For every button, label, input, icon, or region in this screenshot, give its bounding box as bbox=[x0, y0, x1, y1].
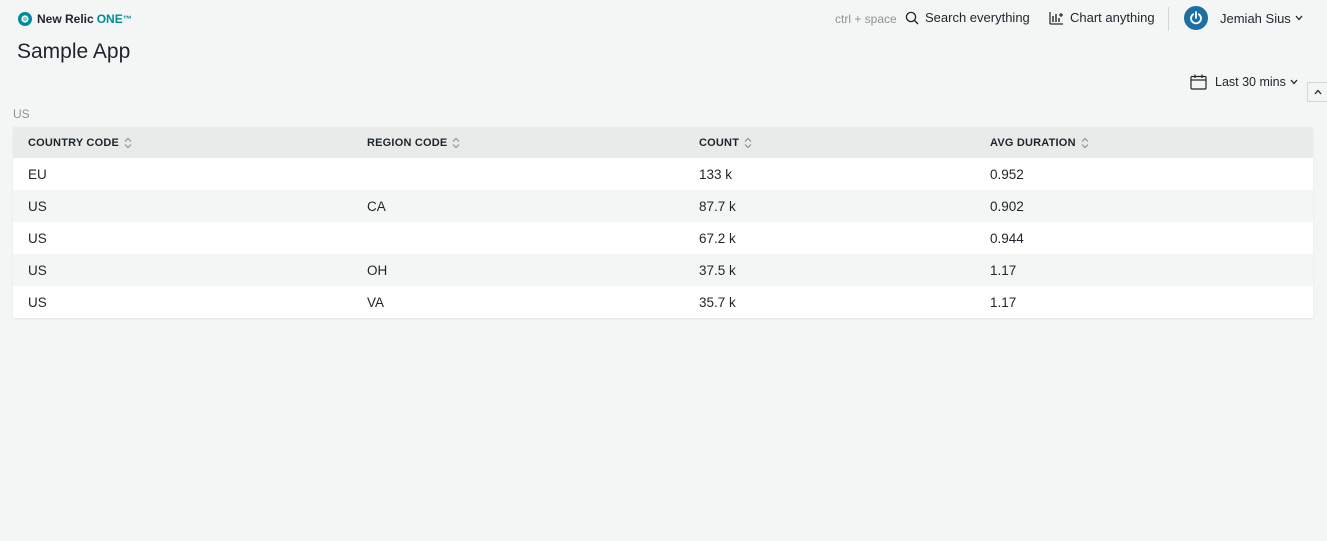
table-row[interactable]: US 67.2 k 0.944 bbox=[13, 222, 1313, 254]
brand-product: ONE bbox=[96, 12, 123, 26]
search-everything-label: Search everything bbox=[925, 10, 1030, 25]
brand-name: New Relic bbox=[37, 12, 94, 26]
cell-avg-duration: 0.944 bbox=[990, 222, 1313, 254]
chevron-down-icon bbox=[1295, 15, 1303, 21]
column-header-country-code[interactable]: COUNTRY CODE bbox=[13, 127, 367, 158]
data-table: COUNTRY CODE REGION CODE COUNT AVG DURAT… bbox=[13, 127, 1313, 318]
cell-count: 87.7 k bbox=[699, 190, 990, 222]
cell-avg-duration: 1.17 bbox=[990, 254, 1313, 286]
column-header-region-code[interactable]: REGION CODE bbox=[367, 127, 699, 158]
column-header-label: COUNT bbox=[699, 136, 740, 149]
table-row[interactable]: US VA 35.7 k 1.17 bbox=[13, 286, 1313, 318]
new-relic-logo[interactable]: New Relic ONE ™ bbox=[17, 11, 132, 27]
calendar-icon bbox=[1190, 74, 1207, 90]
cell-country-code: US bbox=[13, 286, 367, 318]
cell-country-code: EU bbox=[13, 158, 367, 190]
sort-icon bbox=[124, 137, 132, 148]
cell-region-code: OH bbox=[367, 254, 699, 286]
cell-country-code: US bbox=[13, 222, 367, 254]
search-shortcut-hint: ctrl + space bbox=[835, 12, 897, 26]
cell-avg-duration: 0.952 bbox=[990, 158, 1313, 190]
page-title: Sample App bbox=[17, 40, 131, 63]
column-header-avg-duration[interactable]: AVG DURATION bbox=[990, 127, 1313, 158]
cell-country-code: US bbox=[13, 190, 367, 222]
column-header-count[interactable]: COUNT bbox=[699, 127, 990, 158]
cell-count: 67.2 k bbox=[699, 222, 990, 254]
collapse-panel-button[interactable] bbox=[1307, 82, 1327, 102]
table-row[interactable]: US OH 37.5 k 1.17 bbox=[13, 254, 1313, 286]
cell-count: 35.7 k bbox=[699, 286, 990, 318]
chart-anything-button[interactable]: Chart anything bbox=[1049, 10, 1155, 25]
chevron-down-icon bbox=[1290, 79, 1298, 85]
power-icon bbox=[1190, 11, 1202, 25]
column-header-label: AVG DURATION bbox=[990, 136, 1076, 149]
sort-icon bbox=[1081, 137, 1089, 148]
widget-title: US bbox=[13, 107, 30, 121]
chevron-up-icon bbox=[1314, 89, 1321, 95]
column-header-label: REGION CODE bbox=[367, 136, 448, 149]
cell-region-code: VA bbox=[367, 286, 699, 318]
table-header-row: COUNTRY CODE REGION CODE COUNT AVG DURAT… bbox=[13, 127, 1313, 158]
table-row[interactable]: US CA 87.7 k 0.902 bbox=[13, 190, 1313, 222]
search-everything-button[interactable]: Search everything bbox=[905, 10, 1030, 25]
cell-region-code bbox=[367, 222, 699, 254]
cell-country-code: US bbox=[13, 254, 367, 286]
search-icon bbox=[905, 11, 919, 24]
cell-count: 37.5 k bbox=[699, 254, 990, 286]
avatar bbox=[1184, 6, 1208, 30]
cell-avg-duration: 0.902 bbox=[990, 190, 1313, 222]
new-relic-logo-icon bbox=[18, 12, 32, 26]
user-name: Jemiah Sius bbox=[1220, 10, 1291, 26]
cell-count: 133 k bbox=[699, 158, 990, 190]
time-range-picker[interactable]: Last 30 mins bbox=[1190, 74, 1298, 90]
table-row[interactable]: EU 133 k 0.952 bbox=[13, 158, 1313, 190]
chart-icon bbox=[1049, 11, 1063, 25]
brand-trademark: ™ bbox=[122, 14, 132, 24]
chart-anything-label: Chart anything bbox=[1070, 10, 1155, 25]
nav-divider bbox=[1168, 7, 1169, 31]
user-menu-button[interactable]: Jemiah Sius bbox=[1184, 6, 1303, 30]
cell-avg-duration: 1.17 bbox=[990, 286, 1313, 318]
sort-icon bbox=[744, 137, 752, 148]
cell-region-code: CA bbox=[367, 190, 699, 222]
column-header-label: COUNTRY CODE bbox=[28, 136, 120, 149]
time-range-label: Last 30 mins bbox=[1215, 75, 1286, 89]
sort-icon bbox=[453, 137, 460, 148]
cell-region-code bbox=[367, 158, 699, 190]
top-navigation-bar: New Relic ONE ™ ctrl + space Search every… bbox=[0, 0, 1327, 38]
